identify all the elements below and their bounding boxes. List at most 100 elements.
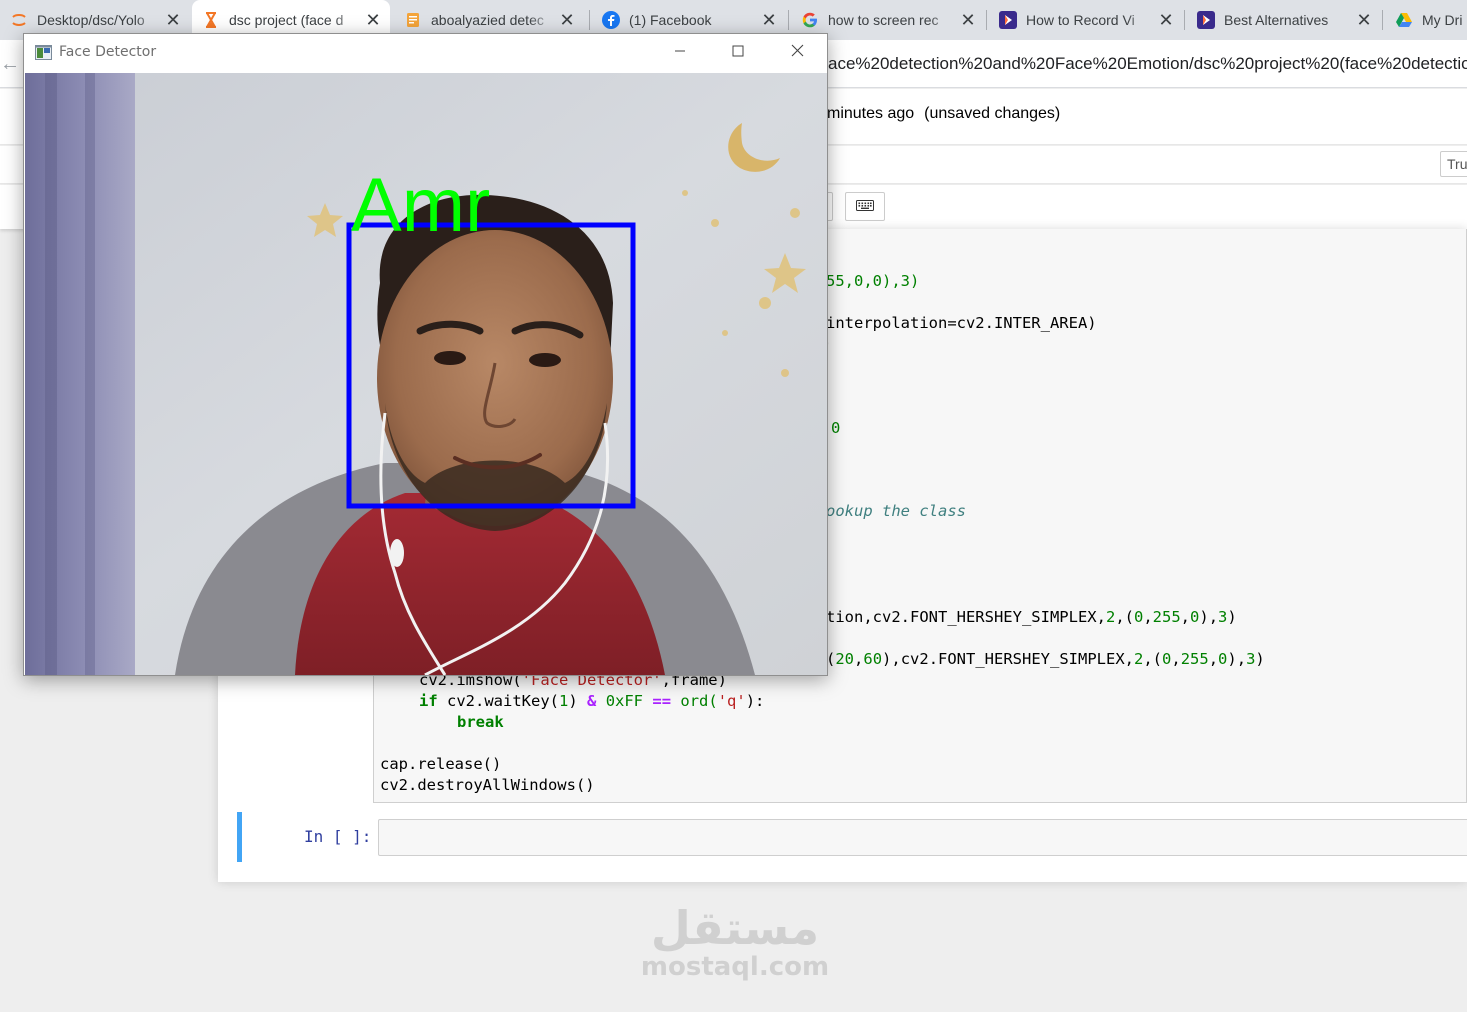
close-window-button[interactable]: [768, 34, 826, 72]
code-line: 55,0,0),3): [826, 271, 919, 292]
cell-prompt: In [ ]:: [304, 827, 372, 846]
tab-separator: [589, 10, 590, 30]
tab-separator: [1382, 10, 1383, 30]
tab-separator: [986, 10, 987, 30]
code-line: tion,cv2.FONT_HERSHEY_SIMPLEX,2,(0,255,0…: [826, 608, 1237, 626]
code-number: 2: [1105, 608, 1116, 626]
tab-separator: [788, 10, 789, 30]
code-fragment: tion,cv2.FONT_HERSHEY_SIMPLEX,: [826, 608, 1106, 626]
close-icon: [791, 44, 804, 62]
tab-my-drive[interactable]: My Dri: [1385, 0, 1467, 40]
watermark-logo: مستقل: [650, 901, 820, 955]
document-icon: [404, 11, 422, 29]
code-fragment: ): [568, 692, 588, 710]
webcam-frame: Amr: [25, 73, 827, 675]
code-number: 0: [1133, 608, 1144, 626]
checkpoint-text: minutes ago: [827, 105, 915, 122]
tab-how-to-record[interactable]: How to Record Vi ✕: [989, 0, 1183, 40]
code-fragment: interpolation=cv2.INTER_AREA): [826, 314, 1097, 332]
tab-title: dsc project (face d: [229, 12, 344, 28]
code-line: if cv2.waitKey(1) & 0xFF == ord('q'):: [419, 691, 764, 712]
close-icon[interactable]: ✕: [758, 10, 780, 31]
tab-title: Desktop/dsc/Yolo: [37, 12, 145, 28]
facebook-icon: [602, 11, 620, 29]
code-fragment: cv2.waitKey(: [437, 692, 559, 710]
curtain: [25, 73, 135, 675]
webcam-image: Amr: [25, 73, 827, 675]
code-fragment: 0: [831, 419, 841, 437]
code-line: cap.release(): [380, 754, 501, 775]
code-fragment: ,(: [1115, 608, 1134, 626]
code-fragment: 55,0,0),3): [826, 272, 920, 290]
code-number: 0: [1190, 608, 1200, 626]
code-number: 2: [1134, 650, 1144, 668]
code-number: 3: [1246, 650, 1256, 668]
code-number: 255: [1152, 608, 1181, 626]
tab-separator: [1184, 10, 1185, 30]
app-window-icon: [35, 45, 52, 60]
minimize-button[interactable]: [651, 34, 709, 72]
tab-title: Best Alternatives: [1224, 12, 1329, 28]
watermark-domain: mostaql.com: [640, 952, 830, 982]
code-number: 255: [1180, 650, 1209, 668]
keyboard-shortcuts-button[interactable]: [845, 192, 885, 221]
tab-title: How to Record Vi: [1026, 12, 1135, 28]
close-icon[interactable]: ✕: [556, 10, 578, 31]
empty-code-cell[interactable]: In [ ]:: [237, 812, 1467, 862]
tab-best-alternatives[interactable]: Best Alternatives ✕: [1187, 0, 1381, 40]
face-detector-window[interactable]: Face Detector Amr: [23, 33, 828, 676]
code-number: 3: [1218, 608, 1228, 626]
close-icon[interactable]: ✕: [957, 10, 979, 31]
address-bar-url[interactable]: ace%20detection%20and%20Face%20Emotion/d…: [828, 54, 1467, 74]
play-icon: [1197, 11, 1215, 29]
face-label: Amr: [351, 163, 490, 248]
keyboard-icon: [856, 198, 874, 216]
close-icon[interactable]: ✕: [1155, 10, 1177, 31]
tab-title: how to screen rec: [828, 12, 939, 28]
code-fragment: ,: [1180, 608, 1191, 626]
code-number: 20: [835, 650, 855, 668]
code-line: cv2.destroyAllWindows(): [380, 775, 595, 796]
unsaved-changes: (unsaved changes): [924, 105, 1061, 122]
code-number: 0: [1218, 650, 1228, 668]
play-icon: [999, 11, 1017, 29]
code-string: 'q': [717, 692, 746, 710]
code-number: 0: [1162, 650, 1172, 668]
code-line: break: [457, 712, 504, 733]
code-comment: ookup the class: [826, 502, 966, 520]
close-icon[interactable]: ✕: [362, 10, 384, 31]
code-builtin: ord(: [671, 692, 718, 710]
code-number: 1: [559, 692, 569, 710]
trusted-badge[interactable]: Tru: [1440, 151, 1467, 177]
code-keyword: if: [419, 692, 438, 710]
google-drive-icon: [1395, 11, 1413, 29]
window-title: Face Detector: [59, 44, 157, 60]
close-icon[interactable]: ✕: [162, 10, 184, 31]
tab-title: aboalyazied detec: [431, 12, 544, 28]
code-fragment: ,: [1143, 608, 1153, 626]
code-fragment: cap.release(): [380, 755, 502, 773]
watermark: مستقل mostaql.com: [640, 900, 830, 982]
minimize-icon: [674, 44, 686, 62]
jupyter-icon: [10, 11, 28, 29]
tab-title: (1) Facebook: [629, 12, 712, 28]
maximize-button[interactable]: [709, 34, 767, 72]
code-fragment: ):: [745, 692, 765, 710]
cell-input-area[interactable]: [378, 819, 1467, 856]
window-titlebar[interactable]: Face Detector: [24, 34, 827, 72]
save-status: minutes ago (unsaved changes): [827, 105, 1060, 123]
code-fragment: cv2.destroyAllWindows(): [380, 776, 595, 794]
code-operator: ==: [652, 692, 672, 710]
maximize-icon: [732, 44, 744, 62]
back-arrow-icon[interactable]: ←: [0, 54, 20, 74]
code-number: 60: [863, 650, 883, 668]
code-line: ookup the class: [826, 501, 966, 522]
code-fragment: ),cv2.FONT_HERSHEY_SIMPLEX,: [882, 650, 1134, 668]
code-operator: &: [587, 692, 597, 710]
code-line: interpolation=cv2.INTER_AREA): [826, 313, 1097, 334]
code-line: 0: [831, 418, 840, 439]
google-icon: [801, 11, 819, 29]
close-icon[interactable]: ✕: [1353, 10, 1375, 31]
hourglass-icon: [202, 11, 220, 29]
code-line: (20,60),cv2.FONT_HERSHEY_SIMPLEX,2,(0,25…: [826, 650, 1265, 668]
